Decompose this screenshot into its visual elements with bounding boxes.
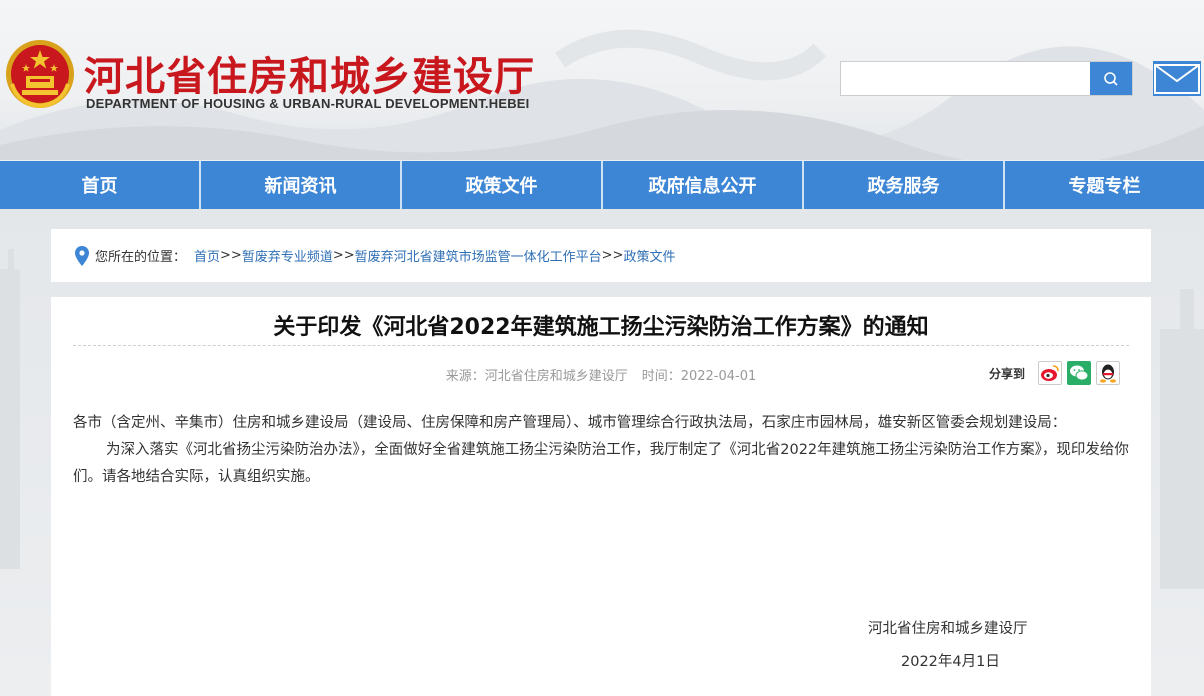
article-body: 各市（含定州、辛集市）住房和城乡建设局（建设局、住房保障和房产管理局）、城市管理… [73,410,1131,491]
qq-icon[interactable] [1096,361,1121,385]
breadcrumb-home[interactable]: 首页 [194,246,220,265]
mail-button[interactable] [1153,61,1201,96]
share-label: 分享到 [989,366,1026,381]
breadcrumb-policy[interactable]: 政策文件 [623,246,675,265]
share-bar: 分享到 [989,361,1121,385]
article-paragraph-addressee: 各市（含定州、辛集市）住房和城乡建设局（建设局、住房保障和房产管理局）、城市管理… [73,415,1067,431]
breadcrumb: 您所在的位置： 首页 >> 暂废弃专业频道 >> 暂废弃河北省建筑市场监管一体化… [51,229,1151,282]
breadcrumb-separator: >> [332,248,355,263]
breadcrumb-prefix: 您所在的位置： [95,250,187,265]
article-title: 关于印发《河北省2022年建筑施工扬尘污染防治工作方案》的通知 [273,315,929,340]
breadcrumb-separator: >> [601,248,624,263]
breadcrumb-platform[interactable]: 暂废弃河北省建筑市场监管一体化工作平台 [355,246,602,265]
nav-item-home[interactable]: 首页 [0,161,201,209]
article-meta: 来源：河北省住房和城乡建设厅 时间：2022-04-01 [51,365,1151,384]
nav-item-topics[interactable]: 专题专栏 [1005,161,1204,209]
article-signature: 河北省住房和城乡建设厅 [868,621,1028,637]
site-title: 河北省住房和城乡建设厅 [84,54,535,100]
site-subtitle: DEPARTMENT OF HOUSING & URBAN-RURAL DEVE… [86,96,530,111]
article-panel: 关于印发《河北省2022年建筑施工扬尘污染防治工作方案》的通知 来源：河北省住房… [51,297,1151,696]
nav-item-news[interactable]: 新闻资讯 [201,161,402,209]
nav-item-gov-info[interactable]: 政府信息公开 [603,161,804,209]
search-button[interactable] [1090,62,1132,95]
breadcrumb-separator: >> [220,248,242,263]
weibo-icon[interactable] [1038,361,1063,385]
title-divider [73,345,1129,346]
search-box [840,61,1133,96]
site-header: 河北省住房和城乡建设厅 DEPARTMENT OF HOUSING & URBA… [0,0,1204,160]
main-nav: 首页 新闻资讯 政策文件 政府信息公开 政务服务 专题专栏 [0,161,1204,209]
location-pin-icon [75,245,89,266]
breadcrumb-channel[interactable]: 暂废弃专业频道 [242,246,333,265]
article-date: 2022年4月1日 [901,654,1000,670]
nav-item-services[interactable]: 政务服务 [804,161,1005,209]
article-paragraph-main: 为深入落实《河北省扬尘污染防治办法》，全面做好全省建筑施工扬尘污染防治工作，我厅… [73,442,1129,485]
search-icon [1104,71,1118,86]
article-time: 时间：2022-04-01 [641,369,757,384]
mail-icon [1154,63,1200,94]
article-source: 来源：河北省住房和城乡建设厅 [445,369,628,384]
national-emblem-icon[interactable] [4,38,76,110]
wechat-icon[interactable] [1067,361,1092,385]
search-input[interactable] [841,62,1091,95]
nav-item-policy[interactable]: 政策文件 [402,161,603,209]
